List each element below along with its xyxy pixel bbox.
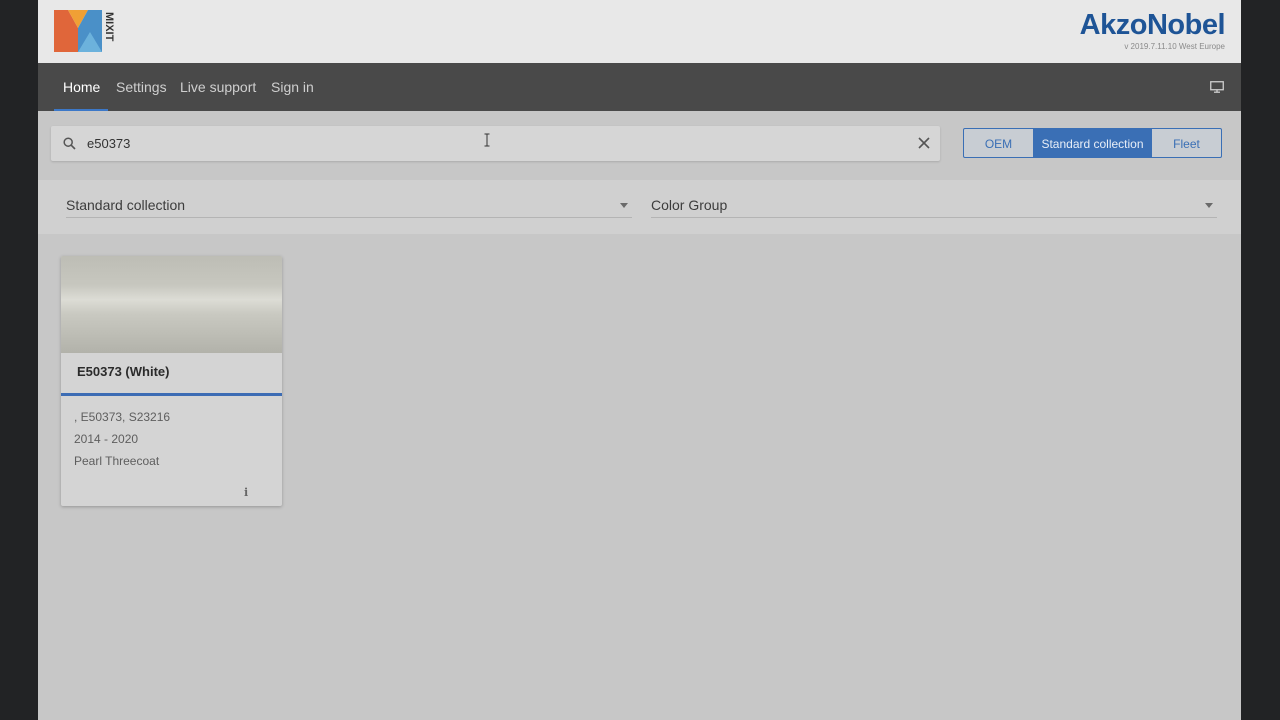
main-nav: Home Settings Live support Sign in xyxy=(38,63,1241,111)
card-title: E50373 (White) xyxy=(77,364,170,379)
search-input[interactable] xyxy=(87,126,867,161)
toggle-oem[interactable]: OEM xyxy=(963,128,1034,158)
collection-select[interactable]: Standard collection xyxy=(66,188,632,218)
app-window: MIXIT AkzoNobel v 2019.7.11.10 West Euro… xyxy=(38,0,1241,720)
color-swatch xyxy=(61,256,282,353)
version-label: v 2019.7.11.10 West Europe xyxy=(1124,42,1225,51)
caret-down-icon xyxy=(1205,203,1213,208)
filter-bar: Standard collection Color Group xyxy=(38,180,1241,234)
nav-live-support[interactable]: Live support xyxy=(180,63,256,111)
card-years: 2014 - 2020 xyxy=(74,432,139,446)
color-group-select[interactable]: Color Group xyxy=(651,188,1217,218)
color-result-card[interactable]: E50373 (White) , E50373, S23216 2014 - 2… xyxy=(61,256,282,506)
akzonobel-logo: AkzoNobel v 2019.7.11.10 West Europe xyxy=(1079,9,1226,52)
active-tab-indicator xyxy=(54,109,108,111)
header: MIXIT AkzoNobel v 2019.7.11.10 West Euro… xyxy=(38,0,1241,63)
toggle-standard-collection[interactable]: Standard collection xyxy=(1034,128,1151,158)
company-name: AkzoNobel xyxy=(1079,9,1226,41)
monitor-icon[interactable] xyxy=(1210,81,1224,93)
card-codes: , E50373, S23216 xyxy=(74,410,171,424)
toggle-fleet[interactable]: Fleet xyxy=(1151,128,1222,158)
color-group-select-value: Color Group xyxy=(651,197,728,213)
text-cursor-icon xyxy=(484,133,490,147)
svg-text:MIXIT: MIXIT xyxy=(103,12,115,42)
nav-sign-in[interactable]: Sign in xyxy=(271,63,314,111)
search-icon[interactable] xyxy=(63,137,76,150)
search-bar xyxy=(51,126,940,161)
nav-home[interactable]: Home xyxy=(63,63,100,111)
card-divider xyxy=(61,393,282,396)
info-icon[interactable]: i xyxy=(244,486,248,499)
mixit-logo[interactable]: MIXIT xyxy=(54,10,122,52)
card-finish: Pearl Threecoat xyxy=(74,454,160,468)
nav-settings[interactable]: Settings xyxy=(116,63,167,111)
close-icon[interactable] xyxy=(918,137,930,149)
caret-down-icon xyxy=(620,203,628,208)
collection-select-value: Standard collection xyxy=(66,197,186,213)
